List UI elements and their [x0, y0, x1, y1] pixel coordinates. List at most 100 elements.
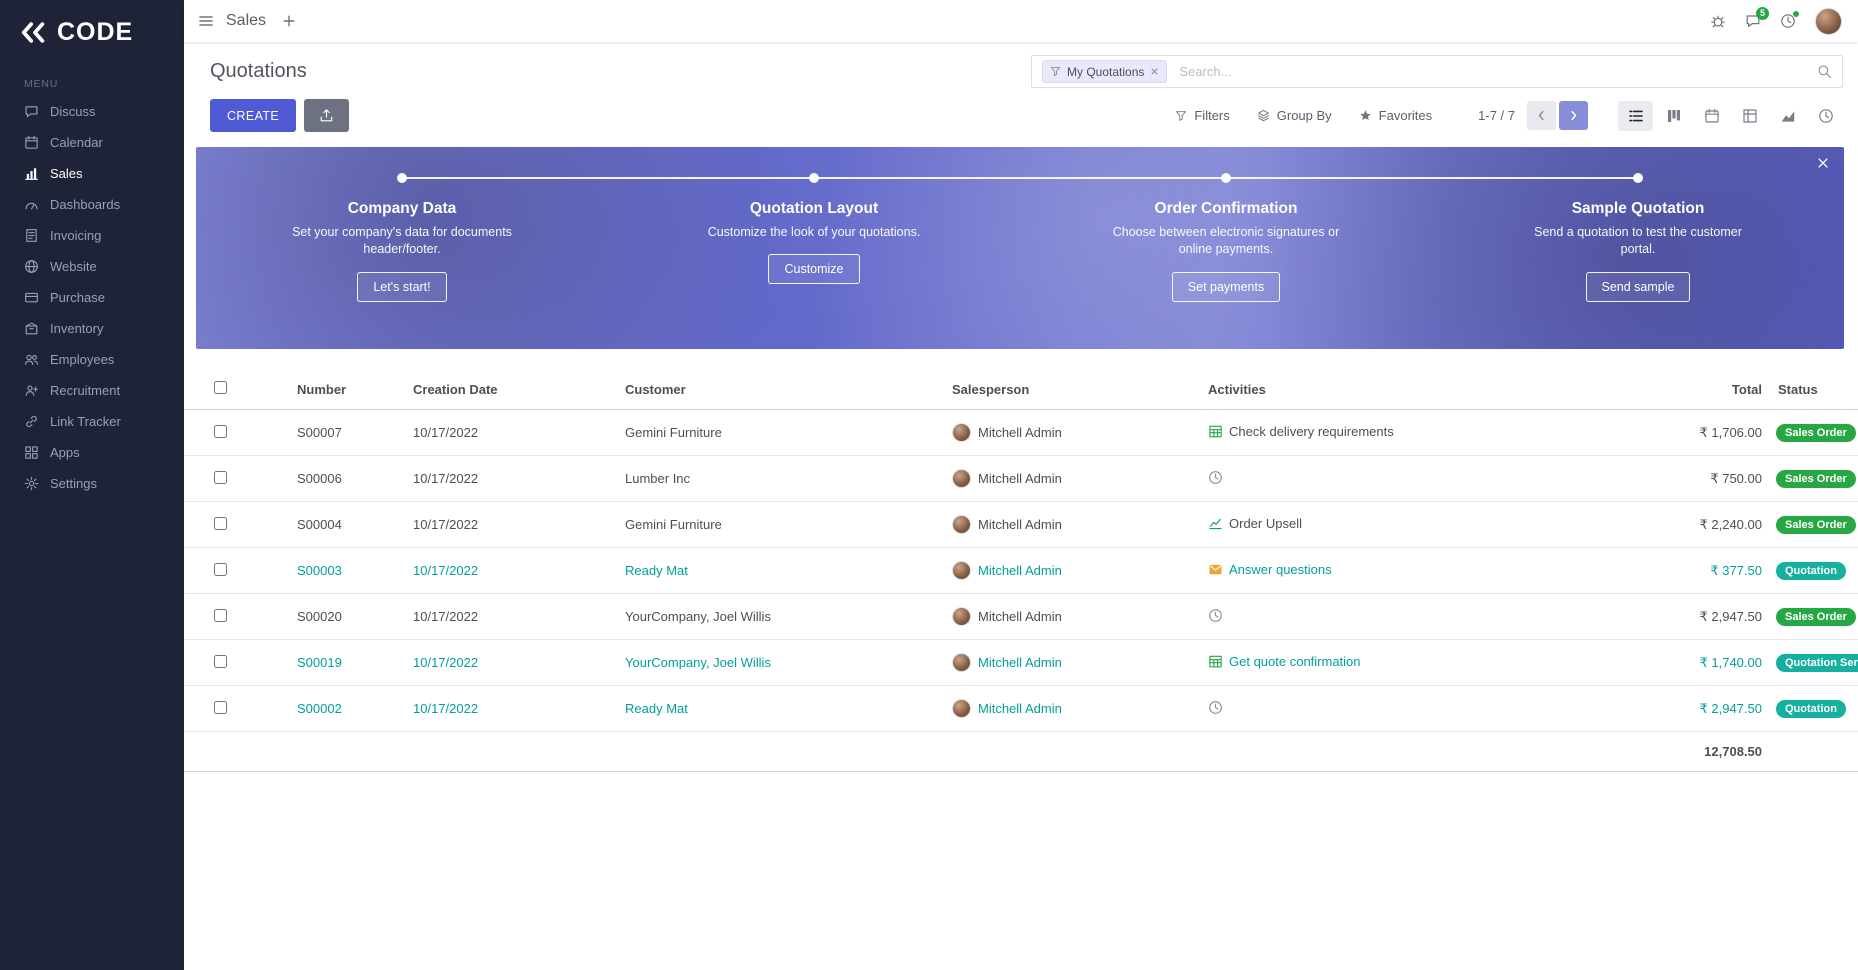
app-window: CODE MENU DiscussCalendarSalesDashboards…	[0, 0, 1858, 970]
step-dot	[1633, 173, 1643, 183]
chartline-icon[interactable]	[1208, 516, 1223, 531]
add-tab-button[interactable]	[282, 14, 296, 28]
activities-button[interactable]	[1780, 13, 1796, 29]
sidebar-item-recruitment[interactable]: Recruitment	[0, 375, 184, 406]
row-checkbox[interactable]	[214, 471, 227, 484]
row-checkbox[interactable]	[214, 517, 227, 530]
sidebar-item-purchase[interactable]: Purchase	[0, 282, 184, 313]
remove-filter-icon[interactable]	[1150, 67, 1159, 76]
sidebar-item-link-tracker[interactable]: Link Tracker	[0, 406, 184, 437]
salesperson-name: Mitchell Admin	[978, 425, 1062, 440]
envelope-icon[interactable]	[1208, 562, 1223, 577]
column-header-customer[interactable]: Customer	[617, 369, 944, 410]
amount-total: ₹ 2,947.50	[1700, 701, 1763, 716]
salesperson-avatar	[952, 653, 971, 672]
sidebar-item-sales[interactable]: Sales	[0, 158, 184, 189]
salesperson-name: Mitchell Admin	[978, 517, 1062, 532]
row-checkbox[interactable]	[214, 701, 227, 714]
favorites-button[interactable]: Favorites	[1359, 108, 1432, 123]
clock-icon[interactable]	[1208, 470, 1223, 485]
table-row[interactable]: S0000210/17/2022Ready MatMitchell Admin₹…	[184, 686, 1858, 732]
quotation-number: S00007	[297, 425, 342, 440]
table-row[interactable]: S0002010/17/2022YourCompany, Joel Willis…	[184, 594, 1858, 640]
invoicing-icon	[24, 228, 39, 243]
clock-icon[interactable]	[1208, 608, 1223, 623]
sidebar-item-calendar[interactable]: Calendar	[0, 127, 184, 158]
calendar-view-button[interactable]	[1694, 101, 1729, 131]
table-row[interactable]: S0000710/17/2022Gemini FurnitureMitchell…	[184, 410, 1858, 456]
column-header-creation-date[interactable]: Creation Date	[405, 369, 617, 410]
sidebar-item-dashboards[interactable]: Dashboards	[0, 189, 184, 220]
search-button[interactable]	[1817, 64, 1832, 79]
calendar-icon	[24, 135, 39, 150]
sidebar-menu: Discuss Calendar SalesDashboardsInvoicingW…	[0, 96, 184, 499]
column-header-total[interactable]: Total	[1640, 369, 1770, 410]
sidebar-item-discuss[interactable]: Discuss	[0, 96, 184, 127]
table-row[interactable]: S0000610/17/2022Lumber IncMitchell Admin…	[184, 456, 1858, 502]
step-description: Send a quotation to test the customer po…	[1522, 224, 1754, 259]
hamburger-menu-button[interactable]	[198, 13, 214, 29]
row-checkbox[interactable]	[214, 563, 227, 576]
brand-logo[interactable]: CODE	[0, 0, 184, 64]
sidebar-item-inventory[interactable]: Inventory	[0, 313, 184, 344]
salesperson-name: Mitchell Admin	[978, 701, 1062, 716]
creation-date: 10/17/2022	[413, 701, 478, 716]
sidebar-item-settings[interactable]: Settings	[0, 468, 184, 499]
debug-button[interactable]	[1710, 13, 1726, 29]
search-input[interactable]	[1177, 63, 1807, 80]
salesperson-avatar	[952, 561, 971, 580]
group-by-button[interactable]: Group By	[1257, 108, 1332, 123]
calendar-icon	[1704, 108, 1720, 124]
search-box[interactable]: My Quotations	[1031, 55, 1843, 88]
banner-close-button[interactable]	[1816, 156, 1830, 170]
salesperson-name: Mitchell Admin	[978, 609, 1062, 624]
app-title[interactable]: Sales	[226, 12, 266, 30]
quotation-number: S00020	[297, 609, 342, 624]
export-button[interactable]	[304, 99, 349, 132]
list-view-button[interactable]	[1618, 101, 1653, 131]
row-checkbox[interactable]	[214, 425, 227, 438]
close-icon	[1816, 156, 1830, 170]
kanban-view-button[interactable]	[1656, 101, 1691, 131]
creation-date: 10/17/2022	[413, 609, 478, 624]
select-all-checkbox[interactable]	[214, 381, 227, 394]
select-all-cell	[184, 369, 289, 410]
table-row[interactable]: S0001910/17/2022YourCompany, Joel Willis…	[184, 640, 1858, 686]
quotation-number: S00002	[297, 701, 342, 716]
filters-button[interactable]: Filters	[1175, 108, 1229, 123]
column-header-salesperson[interactable]: Salesperson	[944, 369, 1200, 410]
clock-icon[interactable]	[1208, 700, 1223, 715]
step-button-customize[interactable]: Customize	[768, 254, 859, 284]
messages-button[interactable]: 5	[1745, 13, 1761, 29]
search-filter-chip[interactable]: My Quotations	[1042, 60, 1167, 83]
sidebar-item-invoicing[interactable]: Invoicing	[0, 220, 184, 251]
column-header-activities[interactable]: Activities	[1200, 369, 1640, 410]
create-button[interactable]: CREATE	[210, 99, 296, 132]
step-button-let-s-start-[interactable]: Let's start!	[357, 272, 446, 302]
sidebar-item-apps[interactable]: Apps	[0, 437, 184, 468]
inventory-icon	[24, 321, 39, 336]
amount-total: ₹ 2,947.50	[1700, 609, 1763, 624]
column-header-number[interactable]: Number	[289, 369, 405, 410]
spreadsheet-icon[interactable]	[1208, 654, 1223, 669]
spreadsheet-icon[interactable]	[1208, 424, 1223, 439]
pivot-view-button[interactable]	[1732, 101, 1767, 131]
table-row[interactable]: S0000310/17/2022Ready MatMitchell AdminA…	[184, 548, 1858, 594]
column-header-status[interactable]: Status	[1770, 369, 1858, 410]
pager-next-button[interactable]	[1559, 101, 1588, 130]
table-row[interactable]: S0000410/17/2022Gemini FurnitureMitchell…	[184, 502, 1858, 548]
row-checkbox[interactable]	[214, 609, 227, 622]
sidebar-item-website[interactable]: Website	[0, 251, 184, 282]
pager-previous-button[interactable]	[1527, 101, 1556, 130]
sidebar: CODE MENU DiscussCalendarSalesDashboards…	[0, 0, 184, 970]
activity-view-button[interactable]	[1808, 101, 1843, 131]
step-button-set-payments[interactable]: Set payments	[1172, 272, 1280, 302]
chevron-right-icon	[1567, 109, 1580, 122]
bug-icon	[1710, 13, 1726, 29]
sidebar-item-employees[interactable]: Employees	[0, 344, 184, 375]
row-checkbox[interactable]	[214, 655, 227, 668]
graph-view-button[interactable]	[1770, 101, 1805, 131]
step-button-send-sample[interactable]: Send sample	[1586, 272, 1691, 302]
user-avatar[interactable]	[1815, 8, 1842, 35]
sidebar-item-label: Calendar	[50, 135, 103, 150]
